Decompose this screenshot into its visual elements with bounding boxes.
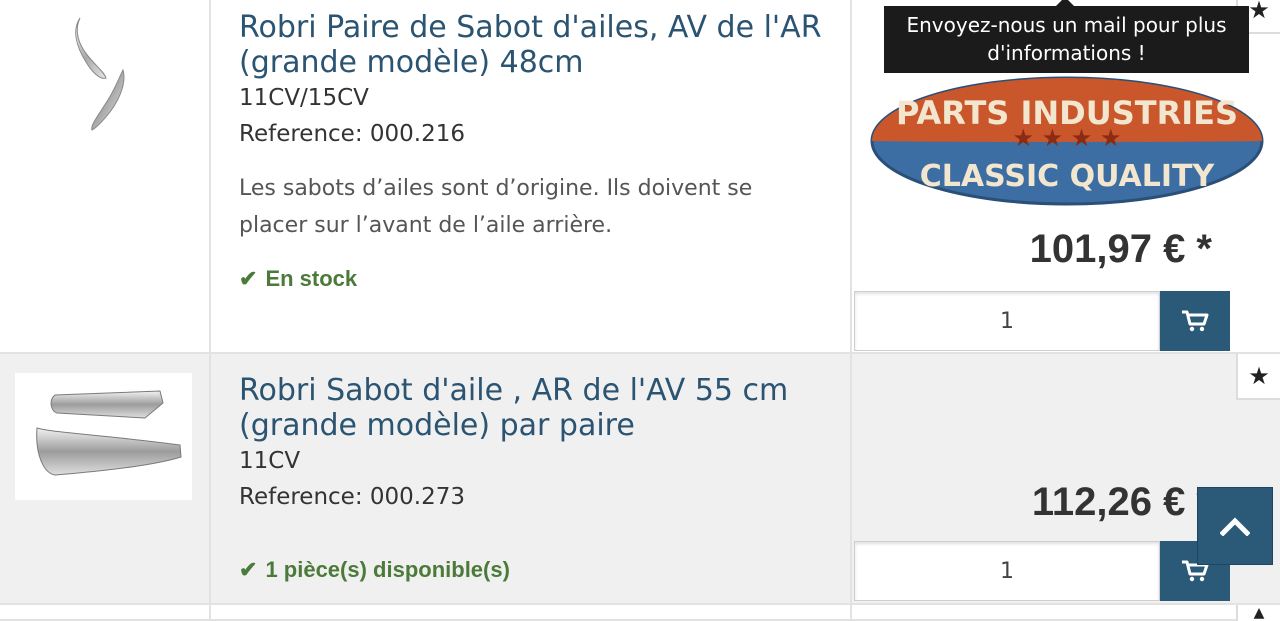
product-title[interactable]: Robri Sabot d'aile , AR de l'AV 55 cm (g… bbox=[239, 373, 829, 443]
product-image[interactable] bbox=[0, 0, 211, 150]
check-icon: ✔ bbox=[239, 557, 258, 582]
product-image-svg bbox=[36, 390, 182, 476]
product-info: Robri Sabot d'aile , AR de l'AV 55 cm (g… bbox=[211, 354, 852, 603]
product-subtitle: 11CV bbox=[239, 448, 301, 474]
product-row: ▲ bbox=[0, 605, 1280, 621]
chevron-up-icon bbox=[1220, 517, 1250, 536]
logo-bottom-text: CLASSIC QUALITY bbox=[920, 159, 1216, 194]
product-price: 101,97 € * bbox=[1029, 227, 1212, 271]
quantity-select[interactable]: 1 bbox=[854, 291, 1160, 351]
check-icon: ✔ bbox=[239, 266, 258, 291]
stock-status: ✔ 1 pièce(s) disponible(s) bbox=[239, 557, 510, 583]
star-icon: ★ bbox=[1248, 0, 1270, 24]
parts-industries-logo: PARTS INDUSTRIES ★ ★ ★ ★ CLASSIC QUALITY bbox=[870, 76, 1264, 206]
stock-status: ✔ En stock bbox=[239, 266, 357, 292]
info-tooltip: Envoyez-nous un mail pour plus d'informa… bbox=[884, 0, 1249, 73]
favorite-button[interactable]: ▲ bbox=[1236, 605, 1280, 621]
tooltip-text: Envoyez-nous un mail pour plus d'informa… bbox=[906, 13, 1227, 65]
star-icon: ★ bbox=[1248, 362, 1270, 390]
favorite-button[interactable]: ★ bbox=[1236, 354, 1280, 400]
cart-icon bbox=[1182, 310, 1209, 332]
star-icon: ▲ bbox=[1253, 605, 1265, 621]
product-row: Robri Sabot d'aile , AR de l'AV 55 cm (g… bbox=[0, 354, 1280, 605]
product-image-cell bbox=[0, 605, 211, 619]
scroll-to-top-button[interactable] bbox=[1197, 487, 1273, 565]
quantity-value: 1 bbox=[1000, 308, 1014, 334]
product-info bbox=[211, 605, 852, 619]
quantity-value: 1 bbox=[1000, 558, 1014, 584]
product-subtitle: 11CV/15CV bbox=[239, 85, 369, 111]
tooltip-arrow bbox=[1056, 0, 1074, 6]
product-reference: Reference: 000.273 bbox=[239, 484, 465, 510]
product-title[interactable]: Robri Paire de Sabot d'ailes, AV de l'AR… bbox=[239, 10, 829, 80]
stock-label: En stock bbox=[265, 266, 358, 291]
product-description: Les sabots d’ailes sont d’origine. Ils d… bbox=[239, 176, 753, 238]
add-to-cart-button[interactable] bbox=[1160, 291, 1230, 351]
product-reference: Reference: 000.216 bbox=[239, 121, 465, 147]
product-info: Robri Paire de Sabot d'ailes, AV de l'AR… bbox=[211, 0, 852, 352]
product-image-cell bbox=[0, 354, 211, 603]
product-image[interactable] bbox=[15, 373, 192, 500]
product-image-cell bbox=[0, 0, 211, 352]
logo-stars: ★ ★ ★ ★ bbox=[1013, 124, 1122, 152]
product-buy: 112,26 € * 1 bbox=[852, 354, 1232, 603]
quantity-select[interactable]: 1 bbox=[854, 541, 1160, 601]
stock-label: 1 pièce(s) disponible(s) bbox=[265, 557, 510, 582]
product-price: 112,26 € * bbox=[1031, 480, 1212, 524]
